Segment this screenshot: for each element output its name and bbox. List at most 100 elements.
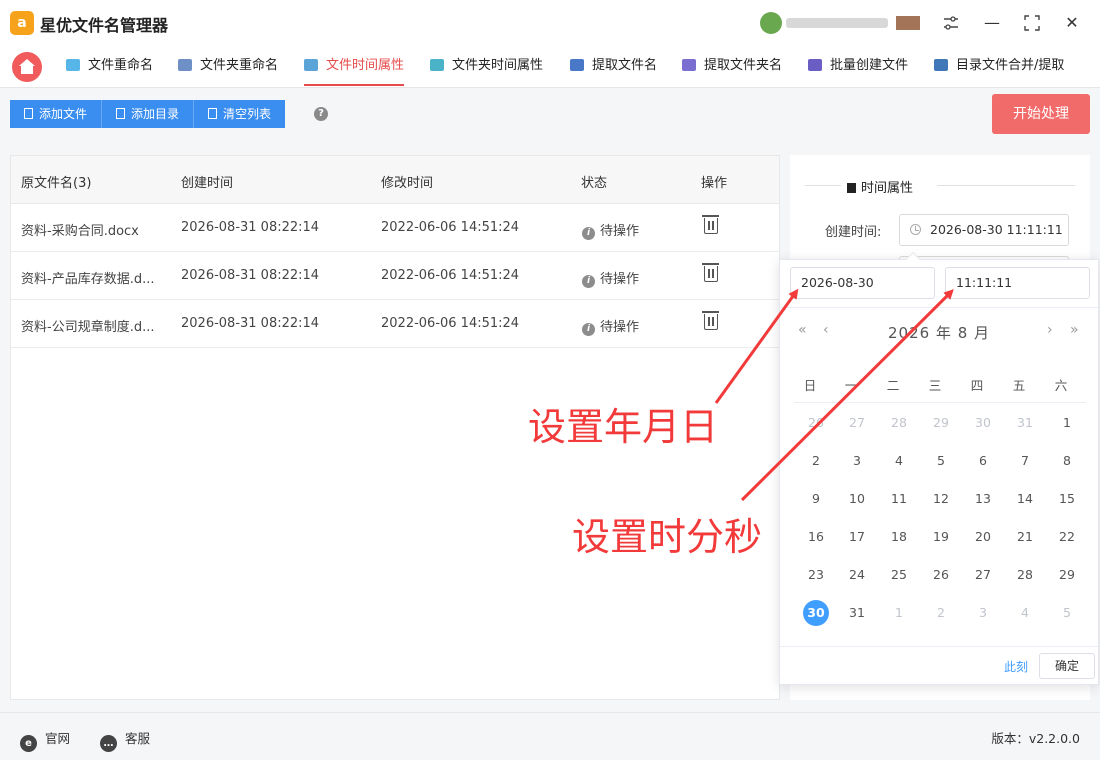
directory-merge-icon (934, 59, 948, 71)
add-directory-button[interactable]: 添加目录 (102, 100, 195, 128)
calendar-day[interactable]: 2 (803, 448, 829, 474)
section-divider (805, 185, 841, 186)
delete-trash-icon[interactable] (702, 215, 719, 234)
tab-folder-time-attributes[interactable]: 文件夹时间属性 (430, 56, 543, 80)
col-header-modified: 修改时间 (381, 176, 434, 191)
calendar-day[interactable]: 10 (844, 486, 870, 512)
picker-time-input[interactable]: 11:11:11 (945, 267, 1090, 299)
weekday-label: 二 (886, 378, 900, 393)
calendar-day[interactable]: 5 (1054, 600, 1080, 626)
tab-merge-extract-directory[interactable]: 目录文件合并/提取 (934, 56, 1064, 80)
calendar-day[interactable]: 21 (1012, 524, 1038, 550)
user-avatar[interactable] (760, 12, 782, 34)
calendar-day[interactable]: 18 (886, 524, 912, 550)
calendar-day[interactable]: 19 (928, 524, 954, 550)
next-month-icon[interactable]: › (1047, 322, 1053, 338)
calendar-day-selected[interactable]: 30 (803, 600, 829, 626)
cell-modified: 2022-06-06 14:51:24 (381, 268, 520, 283)
extract-filenames-icon (570, 59, 584, 71)
calendar-day[interactable]: 17 (844, 524, 870, 550)
tab-file-rename[interactable]: 文件重命名 (66, 56, 153, 80)
cell-status: i 待操作 (582, 316, 639, 336)
file-time-icon (304, 59, 318, 71)
tab-batch-create-files[interactable]: 批量创建文件 (808, 56, 908, 80)
folder-time-icon (430, 59, 444, 71)
cell-status: i 待操作 (582, 220, 639, 240)
delete-trash-icon[interactable] (702, 311, 719, 330)
extract-foldernames-icon (682, 59, 696, 71)
minimize-button[interactable]: — (978, 10, 1006, 36)
help-icon[interactable]: ? (314, 107, 328, 121)
calendar-day[interactable]: 9 (803, 486, 829, 512)
website-link[interactable]: e 官网 (20, 728, 70, 752)
tab-extract-foldernames[interactable]: 提取文件夹名 (682, 56, 782, 80)
clear-list-button[interactable]: 清空列表 (194, 100, 286, 128)
calendar-day[interactable]: 15 (1054, 486, 1080, 512)
now-button[interactable]: 此刻 (1004, 658, 1028, 675)
calendar-day[interactable]: 31 (1012, 410, 1038, 436)
calendar-day[interactable]: 4 (1012, 600, 1038, 626)
calendar-day[interactable]: 29 (1054, 562, 1080, 588)
cell-modified: 2022-06-06 14:51:24 (381, 316, 520, 331)
user-name-blurred (786, 18, 888, 28)
created-time-input[interactable]: 2026-08-30 11:11:11 (899, 214, 1069, 246)
calendar-day[interactable]: 28 (1012, 562, 1038, 588)
delete-trash-icon[interactable] (702, 263, 719, 282)
calendar-day[interactable]: 3 (844, 448, 870, 474)
version-label: 版本：v2.2.0.0 (991, 731, 1080, 746)
cell-filename: 资料-公司规章制度.d... (21, 320, 155, 335)
calendar-day[interactable]: 31 (844, 600, 870, 626)
calendar-day[interactable]: 3 (970, 600, 996, 626)
tab-folder-rename[interactable]: 文件夹重命名 (178, 56, 278, 80)
picker-date-input[interactable]: 2026-08-30 (790, 267, 935, 299)
col-header-action: 操作 (701, 176, 728, 191)
calendar-day[interactable]: 7 (1012, 448, 1038, 474)
calendar-day[interactable]: 20 (970, 524, 996, 550)
tab-file-time-attributes[interactable]: 文件时间属性 (304, 56, 405, 86)
calendar-day[interactable]: 1 (886, 600, 912, 626)
calendar-day[interactable]: 28 (886, 410, 912, 436)
home-icon[interactable] (12, 52, 42, 82)
calendar-day[interactable]: 1 (1054, 410, 1080, 436)
calendar-day[interactable]: 27 (844, 410, 870, 436)
next-year-icon[interactable]: » (1070, 322, 1079, 338)
settings-sliders-icon[interactable] (937, 10, 965, 36)
calendar-day[interactable]: 22 (1054, 524, 1080, 550)
calendar-day[interactable]: 6 (970, 448, 996, 474)
annotation-time-hint: 设置时分秒 (572, 515, 763, 559)
calendar-day[interactable]: 25 (886, 562, 912, 588)
calendar-day[interactable]: 29 (928, 410, 954, 436)
maximize-button[interactable] (1018, 10, 1046, 36)
table-row[interactable]: 资料-采购合同.docx 2026-08-31 08:22:14 2022-06… (11, 204, 779, 252)
table-row[interactable]: 资料-产品库存数据.d... 2026-08-31 08:22:14 2022-… (11, 252, 779, 300)
close-button[interactable]: ✕ (1058, 10, 1086, 36)
calendar-day[interactable]: 23 (803, 562, 829, 588)
weekday-label: 四 (970, 378, 984, 393)
table-header: 原文件名(3) 创建时间 修改时间 状态 操作 (11, 156, 779, 204)
tab-extract-filenames[interactable]: 提取文件名 (570, 56, 657, 80)
calendar-day[interactable]: 12 (928, 486, 954, 512)
calendar-day[interactable]: 8 (1054, 448, 1080, 474)
title-bar: a 星优文件名管理器 — ✕ (0, 0, 1100, 46)
calendar-day[interactable]: 26 (928, 562, 954, 588)
info-icon: i (582, 275, 595, 288)
calendar-day[interactable]: 16 (803, 524, 829, 550)
calendar-day[interactable]: 30 (970, 410, 996, 436)
cell-filename: 资料-采购合同.docx (21, 224, 139, 239)
picker-footer-divider (780, 646, 1098, 647)
calendar-day[interactable]: 27 (970, 562, 996, 588)
calendar-day[interactable]: 5 (928, 448, 954, 474)
calendar-day[interactable]: 11 (886, 486, 912, 512)
calendar-day[interactable]: 24 (844, 562, 870, 588)
confirm-button[interactable]: 确定 (1039, 653, 1095, 679)
calendar-day[interactable]: 4 (886, 448, 912, 474)
add-file-button[interactable]: 添加文件 (10, 100, 103, 128)
calendar-day[interactable]: 26 (803, 410, 829, 436)
calendar-day[interactable]: 14 (1012, 486, 1038, 512)
calendar-day[interactable]: 2 (928, 600, 954, 626)
start-processing-button[interactable]: 开始处理 (992, 94, 1090, 134)
calendar-day[interactable]: 13 (970, 486, 996, 512)
table-row[interactable]: 资料-公司规章制度.d... 2026-08-31 08:22:14 2022-… (11, 300, 779, 348)
trash-small-icon (208, 108, 218, 119)
support-link[interactable]: … 客服 (100, 728, 150, 752)
